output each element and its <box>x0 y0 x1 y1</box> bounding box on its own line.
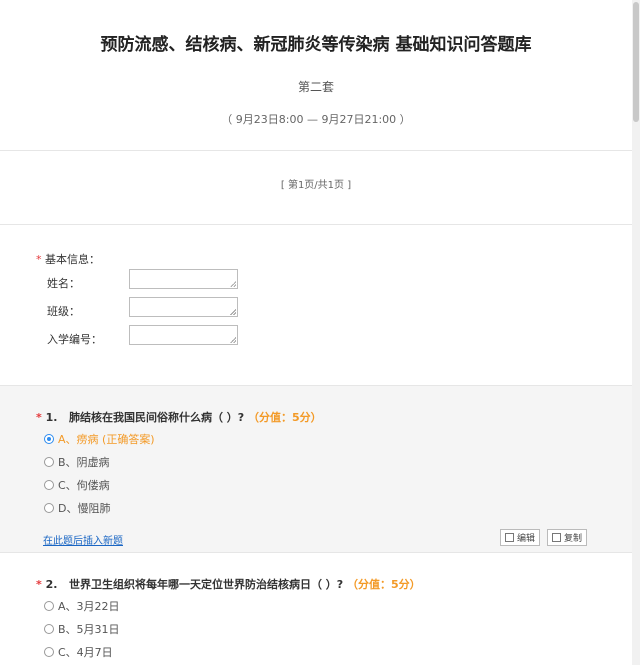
question-number: 2. <box>45 578 58 591</box>
resize-handle-icon[interactable] <box>230 337 236 343</box>
radio-icon[interactable] <box>44 647 54 657</box>
required-mark: * <box>36 578 42 591</box>
radio-selected-icon[interactable] <box>44 434 54 444</box>
option-label: C、佝偻病 <box>58 479 110 492</box>
vertical-scrollbar[interactable] <box>632 0 640 665</box>
option-a[interactable]: A、3月22日 <box>44 598 120 614</box>
question-2-title: * 2. 世界卫生组织将每年哪一天定位世界防治结核病日（ ）? （分值：5分） <box>36 576 421 592</box>
page-indicator: [ 第1页/共1页 ] <box>280 180 352 191</box>
copy-icon <box>552 533 561 542</box>
required-mark: * <box>36 253 42 266</box>
radio-icon[interactable] <box>44 601 54 611</box>
option-label: A、痨病 (正确答案) <box>58 433 155 446</box>
pager: [ 第1页/共1页 ] <box>0 151 632 225</box>
option-b[interactable]: B、5月31日 <box>44 621 120 637</box>
edit-icon <box>505 533 514 542</box>
question-1-title: * 1. 肺结核在我国民间俗称什么病（ ）? （分值：5分） <box>36 409 322 425</box>
survey-title: 预防流感、结核病、新冠肺炎等传染病 基础知识问答题库 <box>100 35 532 55</box>
class-field[interactable] <box>129 297 238 317</box>
option-label: B、阴虚病 <box>58 456 110 469</box>
scrollbar-thumb[interactable] <box>633 2 639 122</box>
name-field[interactable] <box>129 269 238 289</box>
required-mark: * <box>36 411 42 424</box>
basic-info-heading: * 基本信息： <box>36 251 100 267</box>
option-label: A、3月22日 <box>58 600 120 613</box>
survey-header: 预防流感、结核病、新冠肺炎等传染病 基础知识问答题库 第二套 （ 9月23日8:… <box>0 0 632 151</box>
basic-info-section: * 基本信息： 姓名： 班级： 入学编号： <box>0 225 632 386</box>
edit-button[interactable]: 编辑 <box>500 529 541 546</box>
survey-subtitle: 第二套 <box>297 80 334 94</box>
question-score: （分值：5分） <box>248 411 322 424</box>
resize-handle-icon[interactable] <box>230 281 236 287</box>
question-score: （分值：5分） <box>347 578 421 591</box>
option-label: D、慢阻肺 <box>58 502 111 515</box>
option-c[interactable]: C、佝偻病 <box>44 477 110 493</box>
enrollment-id-field[interactable] <box>129 325 238 345</box>
option-c[interactable]: C、4月7日 <box>44 644 113 660</box>
option-label: C、4月7日 <box>58 646 113 659</box>
edit-label: 编辑 <box>517 534 536 544</box>
option-b[interactable]: B、阴虚病 <box>44 454 110 470</box>
option-d[interactable]: D、慢阻肺 <box>44 500 110 516</box>
radio-icon[interactable] <box>44 503 54 513</box>
radio-icon[interactable] <box>44 624 54 634</box>
survey-page: 预防流感、结核病、新冠肺炎等传染病 基础知识问答题库 第二套 （ 9月23日8:… <box>0 0 632 665</box>
question-text: 肺结核在我国民间俗称什么病（ ）? <box>68 411 245 424</box>
radio-icon[interactable] <box>44 480 54 490</box>
question-text: 世界卫生组织将每年哪一天定位世界防治结核病日（ ）? <box>68 578 344 591</box>
radio-icon[interactable] <box>44 457 54 467</box>
enrollment-id-label: 入学编号： <box>47 333 102 346</box>
option-label: B、5月31日 <box>58 623 120 636</box>
name-label: 姓名： <box>47 277 80 290</box>
question-2: * 2. 世界卫生组织将每年哪一天定位世界防治结核病日（ ）? （分值：5分） … <box>0 553 632 665</box>
question-1: * 1. 肺结核在我国民间俗称什么病（ ）? （分值：5分） A、痨病 (正确答… <box>0 386 632 553</box>
basic-info-label: 基本信息： <box>45 253 100 266</box>
question-number: 1. <box>45 411 58 424</box>
option-a[interactable]: A、痨病 (正确答案) <box>44 431 155 447</box>
class-label: 班级： <box>47 305 80 318</box>
copy-label: 复制 <box>564 534 583 544</box>
survey-time-range: （ 9月23日8:00 — 9月27日21:00 ） <box>221 113 411 126</box>
insert-question-link[interactable]: 在此题后插入新题 <box>43 532 123 547</box>
copy-button[interactable]: 复制 <box>547 529 588 546</box>
resize-handle-icon[interactable] <box>230 309 236 315</box>
